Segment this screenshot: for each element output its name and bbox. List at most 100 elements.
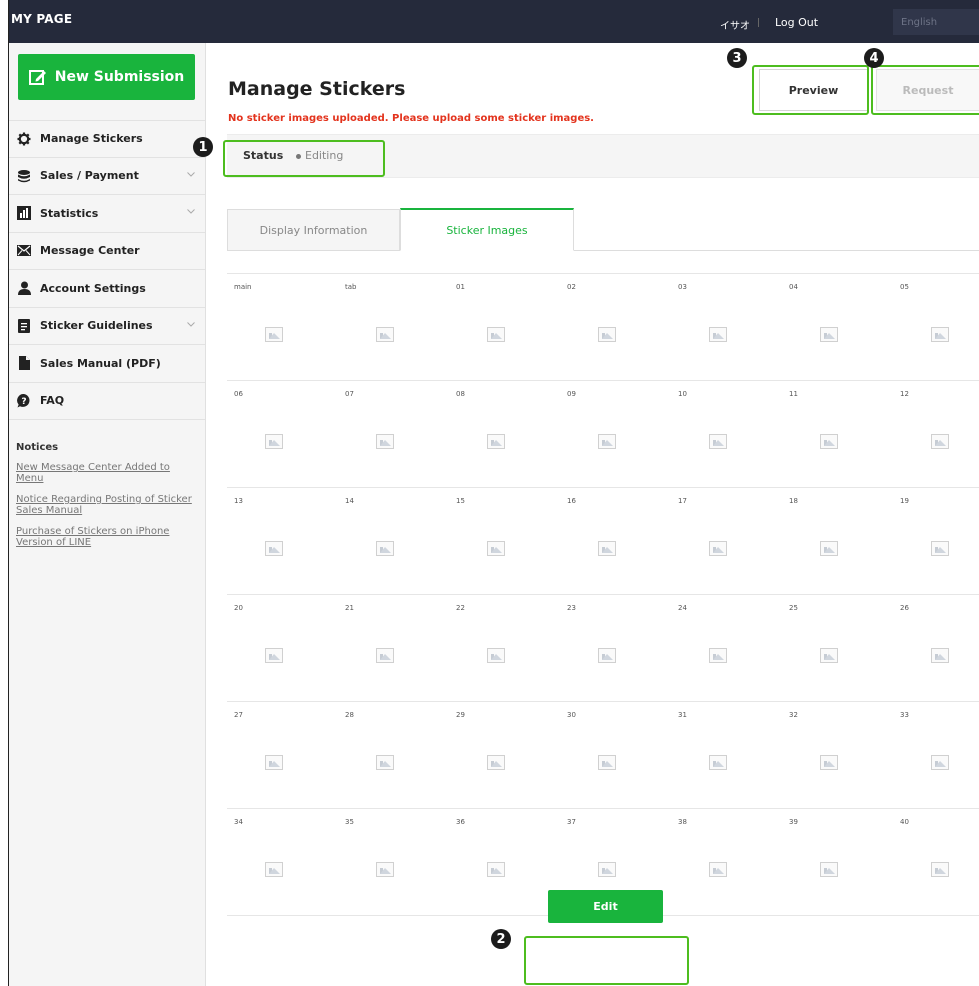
sidebar-item-sticker-guidelines[interactable]: Sticker Guidelines xyxy=(9,308,205,345)
notice-link[interactable]: New Message Center Added to Menu xyxy=(16,462,196,484)
sticker-slot[interactable]: 21 xyxy=(338,595,449,702)
top-bar: MY PAGE イサオ Log Out English xyxy=(9,0,979,43)
image-placeholder-icon xyxy=(265,755,283,770)
sticker-slot[interactable]: 36 xyxy=(449,809,560,916)
gear-icon xyxy=(17,132,31,146)
sidebar-item-statistics[interactable]: Statistics xyxy=(9,195,205,233)
sidebar-item-manage-stickers[interactable]: Manage Stickers xyxy=(9,120,205,158)
image-placeholder-icon xyxy=(376,327,394,342)
sticker-slot[interactable]: 01 xyxy=(449,274,560,381)
chevron-down-icon xyxy=(187,209,195,214)
chevron-down-icon xyxy=(187,321,195,327)
sticker-slot-number: 40 xyxy=(900,818,909,826)
sticker-slot[interactable]: 03 xyxy=(671,274,782,381)
sidebar-item-account-settings[interactable]: Account Settings xyxy=(9,270,205,308)
sticker-slot[interactable]: 33 xyxy=(893,702,979,809)
sticker-slot[interactable]: 12 xyxy=(893,381,979,488)
sticker-slot[interactable]: main xyxy=(227,274,338,381)
sticker-slot-number: 27 xyxy=(234,711,243,719)
notice-link[interactable]: Notice Regarding Posting of Sticker Sale… xyxy=(16,494,196,516)
sidebar-item-sales-manual[interactable]: Sales Manual (PDF) xyxy=(9,345,205,383)
image-placeholder-icon xyxy=(709,755,727,770)
sticker-slot[interactable]: 07 xyxy=(338,381,449,488)
notice-link[interactable]: Purchase of Stickers on iPhone Version o… xyxy=(16,526,196,548)
image-placeholder-icon xyxy=(265,434,283,449)
sticker-row: 20 21 22 23 24 25 26 xyxy=(227,594,979,701)
logout-link[interactable]: Log Out xyxy=(775,16,818,29)
sticker-slot[interactable]: 18 xyxy=(782,488,893,595)
language-select[interactable]: English xyxy=(893,9,979,35)
sticker-slot[interactable]: 24 xyxy=(671,595,782,702)
sticker-slot[interactable]: 04 xyxy=(782,274,893,381)
envelope-icon xyxy=(17,244,31,258)
sticker-slot[interactable]: 06 xyxy=(227,381,338,488)
sticker-slot[interactable]: 32 xyxy=(782,702,893,809)
sticker-slot[interactable]: 19 xyxy=(893,488,979,595)
sticker-slot[interactable]: 15 xyxy=(449,488,560,595)
annotation-box-edit xyxy=(524,936,689,985)
sidebar: New Submission Manage Stickers Sales / P… xyxy=(9,43,206,986)
sticker-slot[interactable]: 14 xyxy=(338,488,449,595)
edit-pencil-icon xyxy=(28,70,46,85)
sticker-slot[interactable]: 11 xyxy=(782,381,893,488)
sticker-slot[interactable]: 13 xyxy=(227,488,338,595)
sticker-slot[interactable]: 16 xyxy=(560,488,671,595)
image-placeholder-icon xyxy=(931,327,949,342)
sticker-slot[interactable]: 10 xyxy=(671,381,782,488)
sticker-slot[interactable]: 31 xyxy=(671,702,782,809)
sticker-slot[interactable]: 22 xyxy=(449,595,560,702)
image-placeholder-icon xyxy=(487,327,505,342)
tab-bar: Display Information Sticker Images xyxy=(227,208,979,251)
sticker-slot-number: 17 xyxy=(678,497,687,505)
sidebar-item-message-center[interactable]: Message Center xyxy=(9,233,205,270)
sticker-slot[interactable]: 27 xyxy=(227,702,338,809)
coins-icon xyxy=(17,169,31,183)
sticker-slot[interactable]: 17 xyxy=(671,488,782,595)
sticker-slot[interactable]: 26 xyxy=(893,595,979,702)
annotation-badge-2: 2 xyxy=(491,929,511,949)
image-placeholder-icon xyxy=(931,434,949,449)
image-placeholder-icon xyxy=(376,434,394,449)
sticker-slot[interactable]: 28 xyxy=(338,702,449,809)
sticker-slot[interactable]: 23 xyxy=(560,595,671,702)
user-name[interactable]: イサオ xyxy=(720,17,750,32)
sticker-slot[interactable]: 05 xyxy=(893,274,979,381)
sticker-row: 06 07 08 09 10 11 12 xyxy=(227,380,979,487)
annotation-box-request xyxy=(871,65,979,115)
sidebar-item-sales-payment[interactable]: Sales / Payment xyxy=(9,158,205,195)
edit-button[interactable]: Edit xyxy=(548,890,663,923)
sidebar-item-label: Sticker Guidelines xyxy=(40,319,153,333)
sticker-slot-number: 26 xyxy=(900,604,909,612)
brand-title: MY PAGE xyxy=(11,12,73,26)
new-submission-button[interactable]: New Submission xyxy=(18,54,195,100)
sticker-slot[interactable]: 34 xyxy=(227,809,338,916)
image-placeholder-icon xyxy=(376,755,394,770)
sticker-slot[interactable]: 08 xyxy=(449,381,560,488)
sticker-slot[interactable]: 25 xyxy=(782,595,893,702)
sticker-slot-number: main xyxy=(234,283,252,291)
sidebar-item-label: Statistics xyxy=(40,206,99,220)
image-placeholder-icon xyxy=(598,541,616,556)
app-frame: MY PAGE イサオ Log Out English New Submissi… xyxy=(8,0,979,986)
sticker-slot[interactable]: 09 xyxy=(560,381,671,488)
sticker-slot[interactable]: 39 xyxy=(782,809,893,916)
sticker-slot-number: 39 xyxy=(789,818,798,826)
sticker-slot-number: 30 xyxy=(567,711,576,719)
sticker-slot[interactable]: 38 xyxy=(671,809,782,916)
sticker-slot[interactable]: 40 xyxy=(893,809,979,916)
sticker-slot[interactable]: 35 xyxy=(338,809,449,916)
tab-sticker-images[interactable]: Sticker Images xyxy=(400,208,574,251)
sidebar-item-faq[interactable]: ? FAQ xyxy=(9,383,205,420)
sticker-slot-number: 04 xyxy=(789,283,798,291)
sticker-slot[interactable]: 20 xyxy=(227,595,338,702)
image-placeholder-icon xyxy=(709,541,727,556)
sticker-slot[interactable]: 30 xyxy=(560,702,671,809)
image-placeholder-icon xyxy=(598,755,616,770)
sticker-slot[interactable]: tab xyxy=(338,274,449,381)
annotation-badge-1: 1 xyxy=(193,137,213,157)
sticker-slot[interactable]: 29 xyxy=(449,702,560,809)
sticker-slot[interactable]: 02 xyxy=(560,274,671,381)
chevron-down-icon xyxy=(187,171,195,177)
image-placeholder-icon xyxy=(265,327,283,342)
tab-display-information[interactable]: Display Information xyxy=(227,209,400,250)
